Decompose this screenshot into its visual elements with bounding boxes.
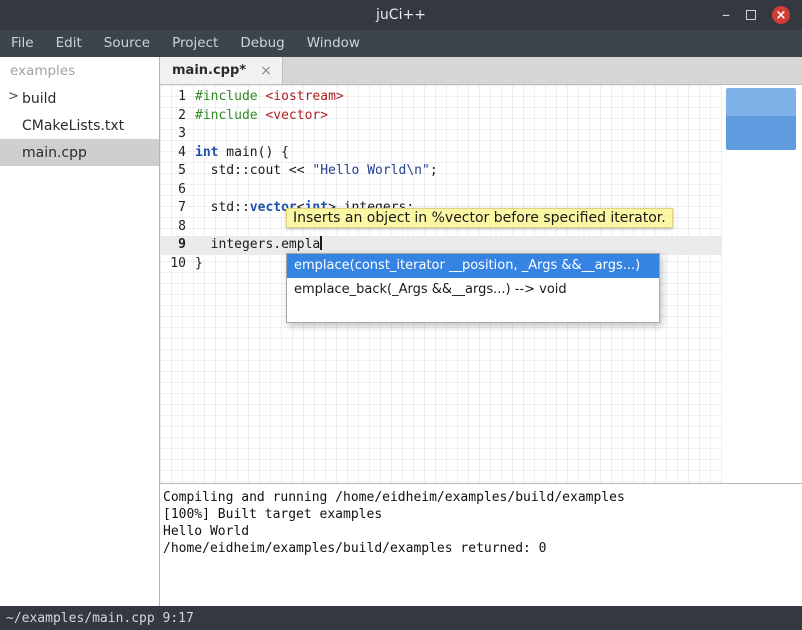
menu-item-source[interactable]: Source <box>93 30 161 57</box>
sidebar-item-build[interactable]: >build <box>0 85 159 112</box>
code-text: } <box>195 255 203 274</box>
file-label: main.cpp <box>22 145 87 161</box>
tab-strip: main.cpp* × <box>160 57 802 85</box>
status-bar: ~/examples/main.cpp 9:17 <box>0 606 802 630</box>
code-lines: 1 #include <iostream> 2 #include <vector> 34… <box>160 85 722 273</box>
terminal-line: /home/eidheim/examples/build/examples re… <box>163 540 799 557</box>
menu-item-window[interactable]: Window <box>296 30 371 57</box>
tab-label: main.cpp* <box>172 63 246 78</box>
code-text: #include <vector> <box>195 107 328 126</box>
menu-item-file[interactable]: File <box>0 30 45 57</box>
code-text: #include <iostream> <box>195 88 344 107</box>
status-text: ~/examples/main.cpp 9:17 <box>6 611 194 626</box>
code-line-2[interactable]: 2 #include <vector> <box>160 107 722 126</box>
file-label: CMakeLists.txt <box>22 118 124 134</box>
terminal-panel[interactable]: Compiling and running /home/eidheim/exam… <box>160 483 802 606</box>
expander-icon[interactable]: > <box>8 89 19 104</box>
terminal-line: [100%] Built target examples <box>163 506 799 523</box>
scrollbar-thumb[interactable] <box>726 88 796 150</box>
line-number: 10 <box>160 255 186 274</box>
sidebar-item-cmakelists-txt[interactable]: CMakeLists.txt <box>0 112 159 139</box>
completion-item-1[interactable]: emplace_back(_Args &&__args...) --> void <box>287 278 659 302</box>
code-text: std::cout << "Hello World\n"; <box>195 162 438 181</box>
content-area: main.cpp* × 1 #include <iostream> 2 #includ… <box>160 57 802 606</box>
line-number: 4 <box>160 144 186 163</box>
titlebar: juCi++ – × <box>0 0 802 30</box>
line-number: 3 <box>160 125 186 144</box>
file-tree: >build CMakeLists.txt main.cpp <box>0 85 159 166</box>
menu-item-project[interactable]: Project <box>161 30 229 57</box>
main-area: examples >build CMakeLists.txt main.cpp ma… <box>0 57 802 606</box>
file-label: build <box>22 91 56 107</box>
line-number: 6 <box>160 181 186 200</box>
maximize-icon[interactable] <box>746 10 756 20</box>
menu-item-debug[interactable]: Debug <box>229 30 295 57</box>
app-window: juCi++ – × FileEditSourceProjectDebugWin… <box>0 0 802 630</box>
line-number: 1 <box>160 88 186 107</box>
tab-main-cpp[interactable]: main.cpp* × <box>160 57 283 84</box>
menubar: FileEditSourceProjectDebugWindow <box>0 30 802 57</box>
line-number: 9 <box>160 236 186 255</box>
sidebar-item-main-cpp[interactable]: main.cpp <box>0 139 159 166</box>
code-line-1[interactable]: 1 #include <iostream> <box>160 88 722 107</box>
doc-tooltip: Inserts an object in %vector before spec… <box>286 208 673 228</box>
file-browser-sidebar: examples >build CMakeLists.txt main.cpp <box>0 57 160 606</box>
code-text: integers.empla <box>195 236 322 255</box>
code-line-6[interactable]: 6 <box>160 181 722 200</box>
editor-pane[interactable]: 1 #include <iostream> 2 #include <vector> 34… <box>160 85 802 483</box>
sidebar-header: examples <box>0 57 159 85</box>
close-icon[interactable]: × <box>772 6 790 24</box>
menu-item-edit[interactable]: Edit <box>45 30 93 57</box>
code-line-5[interactable]: 5 std::cout << "Hello World\n"; <box>160 162 722 181</box>
terminal-line: Hello World <box>163 523 799 540</box>
completion-popup: emplace(const_iterator __position, _Args… <box>286 253 660 323</box>
line-number: 5 <box>160 162 186 181</box>
code-line-3[interactable]: 3 <box>160 125 722 144</box>
minimize-icon[interactable]: – <box>722 7 730 23</box>
line-number: 7 <box>160 199 186 218</box>
line-number: 8 <box>160 218 186 237</box>
completion-item-0[interactable]: emplace(const_iterator __position, _Args… <box>287 254 659 278</box>
code-line-9[interactable]: 9 integers.empla <box>160 236 722 255</box>
terminal-line: Compiling and running /home/eidheim/exam… <box>163 489 799 506</box>
text-caret <box>320 236 322 250</box>
window-title: juCi++ <box>0 7 802 23</box>
tab-close-icon[interactable]: × <box>260 63 272 79</box>
code-line-4[interactable]: 4 int main() { <box>160 144 722 163</box>
line-number: 2 <box>160 107 186 126</box>
code-text: int main() { <box>195 144 289 163</box>
window-controls: – × <box>722 6 802 24</box>
